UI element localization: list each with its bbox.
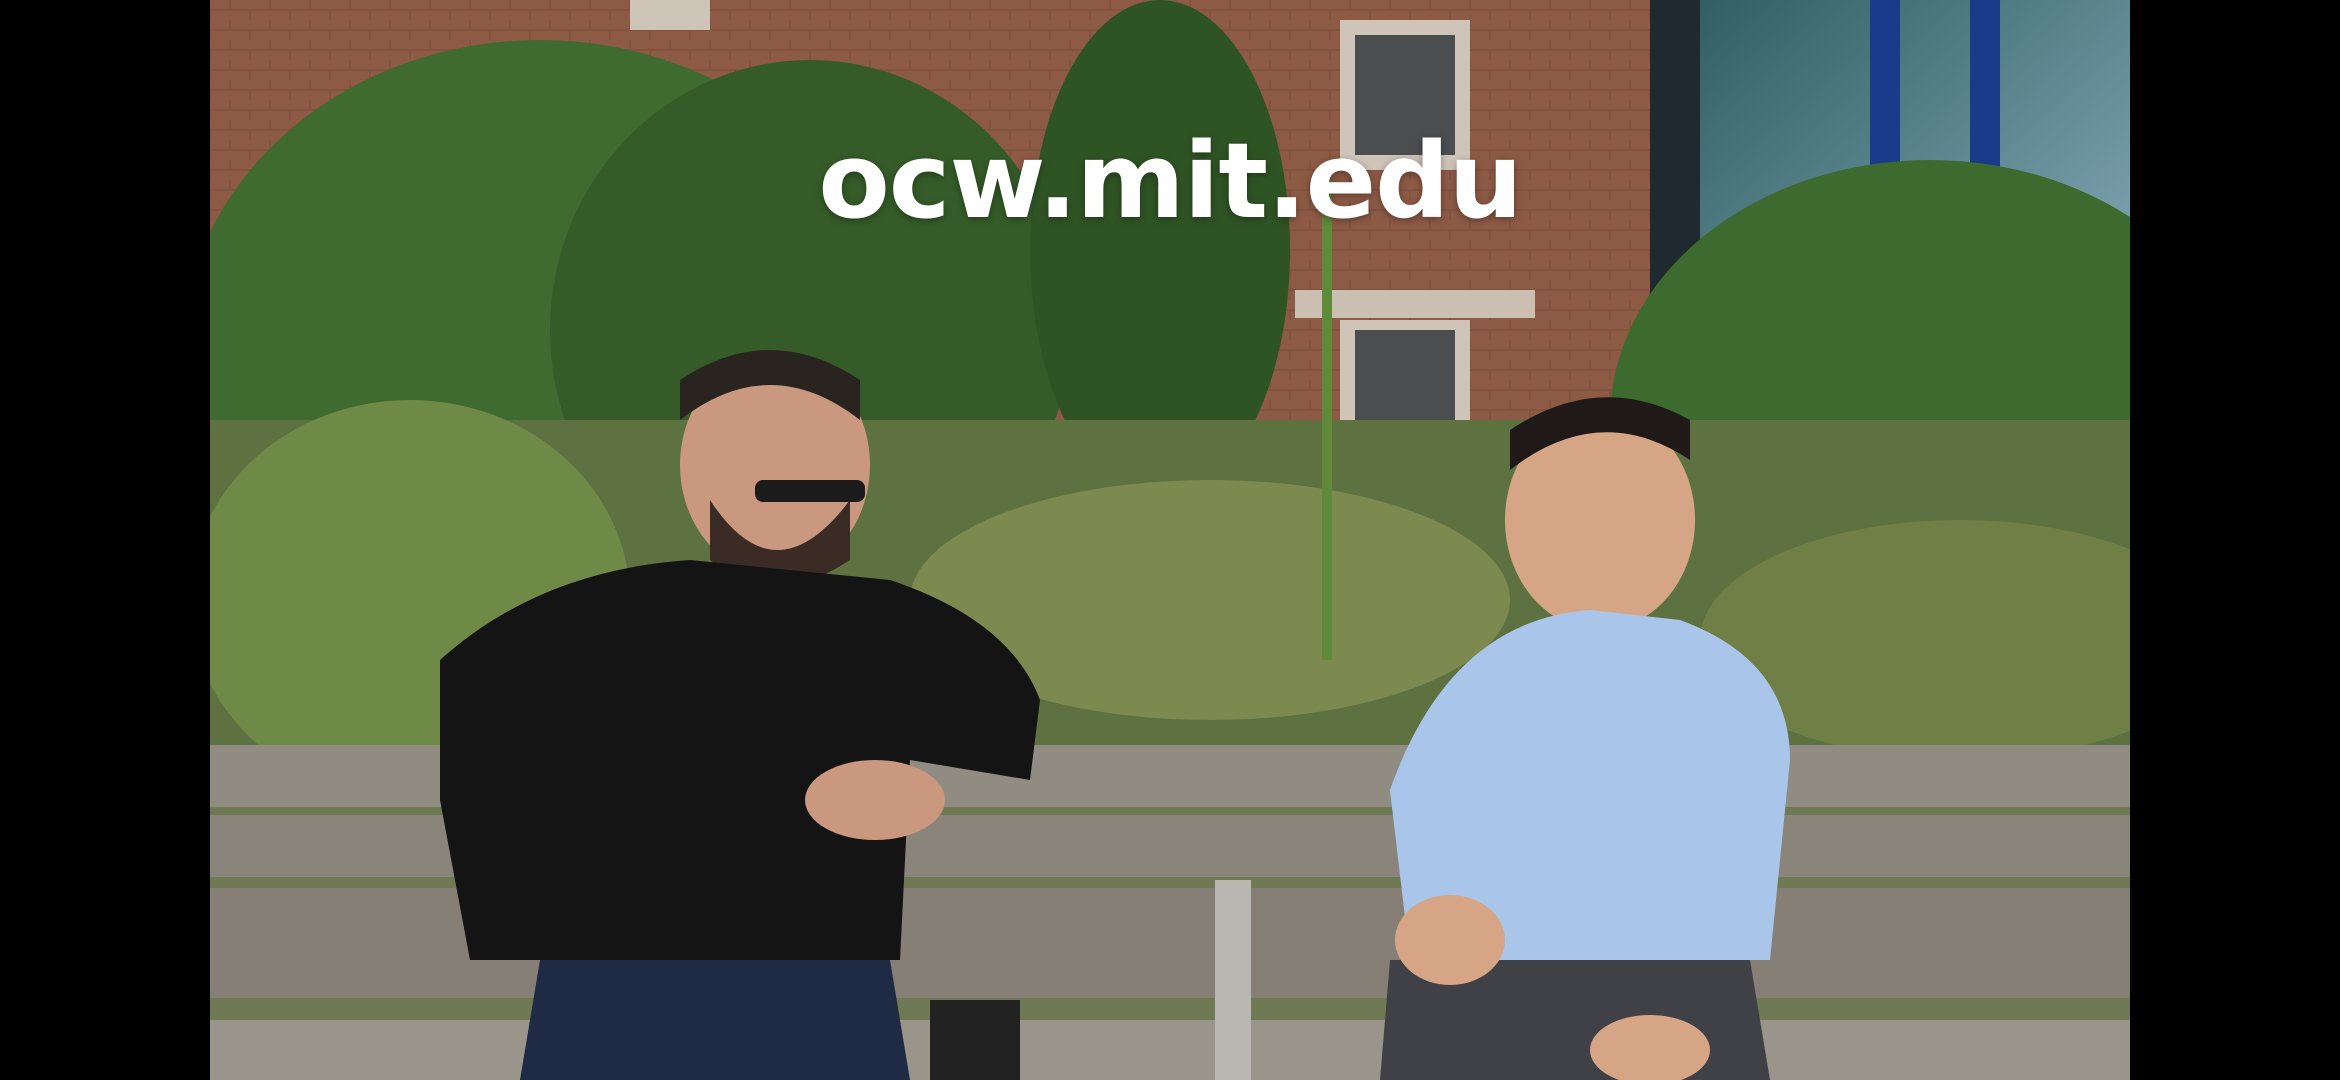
bench-seat: [210, 1020, 2130, 1080]
watermark-text: ocw.mit.edu: [818, 120, 1522, 242]
bench-armrest: [1215, 880, 1251, 1080]
camera: [930, 1000, 1020, 1080]
video-player-screen[interactable]: ocw.mit.edu: [0, 0, 2340, 1080]
video-frame[interactable]: ocw.mit.edu: [210, 0, 2130, 1080]
